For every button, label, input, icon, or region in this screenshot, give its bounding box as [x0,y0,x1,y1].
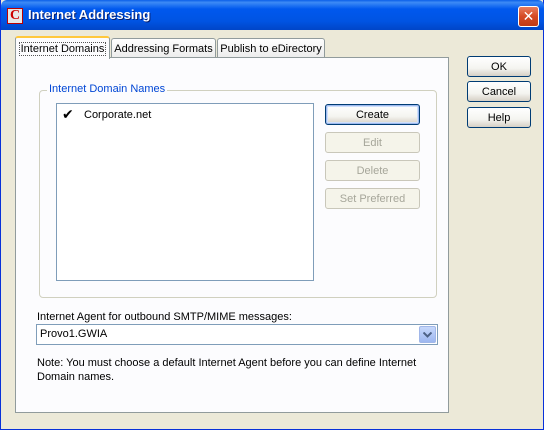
internet-agent-label: Internet Agent for outbound SMTP/MIME me… [37,311,292,323]
checkmark-icon: ✔ [62,107,74,123]
create-button-label: Create [355,108,390,121]
set-preferred-button-label: Set Preferred [339,192,406,205]
domain-list[interactable]: ✔ Corporate.net [56,103,314,281]
ok-button[interactable]: OK [467,56,531,77]
note-text: Note: You must choose a default Internet… [37,357,417,383]
group-label: Internet Domain Names [47,83,168,95]
list-item[interactable]: ✔ Corporate.net [62,107,151,123]
cancel-button-label: Cancel [481,85,517,98]
cancel-button[interactable]: Cancel [467,81,531,102]
tab-label: Publish to eDirectory [220,42,322,55]
dropdown-arrow-button[interactable] [419,326,436,343]
window-title: Internet Addressing [28,7,151,22]
title-bar[interactable]: C Internet Addressing ✕ [1,0,544,30]
edit-button-label: Edit [363,136,382,149]
tab-label: Internet Domains [18,41,107,56]
delete-button-label: Delete [356,164,389,177]
close-button[interactable]: ✕ [518,6,539,27]
groupwise-app-icon: C [7,8,23,24]
delete-button[interactable]: Delete [325,160,420,181]
domain-name: Corporate.net [84,109,152,121]
tab-panel-internet-domains: Internet Domain Names ✔ Corporate.net Cr… [15,57,449,413]
help-button-label: Help [487,111,511,124]
tab-publish-to-edirectory[interactable]: Publish to eDirectory [217,38,325,58]
tab-addressing-formats[interactable]: Addressing Formats [111,38,216,58]
set-preferred-button[interactable]: Set Preferred [325,188,420,209]
close-icon: ✕ [522,8,535,25]
edit-button[interactable]: Edit [325,132,420,153]
tab-internet-domains[interactable]: Internet Domains [15,36,110,59]
internet-addressing-dialog: C Internet Addressing ✕ Addressing Forma… [0,0,544,430]
internet-agent-value: Provo1.GWIA [40,328,108,340]
create-button[interactable]: Create [325,104,420,125]
tab-label: Addressing Formats [114,42,213,55]
ok-button-label: OK [491,60,507,73]
internet-agent-select[interactable]: Provo1.GWIA [36,324,438,345]
app-icon-letter: C [9,8,21,23]
help-button[interactable]: Help [467,107,531,128]
chevron-down-icon [423,331,432,338]
internet-domain-names-group: Internet Domain Names ✔ Corporate.net Cr… [39,83,437,298]
